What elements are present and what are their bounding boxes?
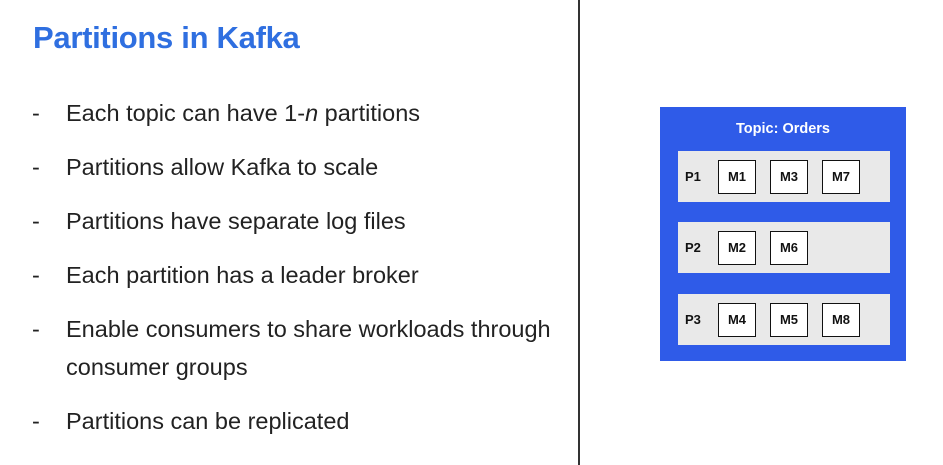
partition-row: P1 M1 M3 M7 (678, 151, 890, 202)
bullet-item: - Each partition has a leader broker (32, 256, 552, 294)
bullet-text: Enable consumers to share workloads thro… (66, 316, 551, 380)
partition-row: P2 M2 M6 (678, 222, 890, 273)
partition-label: P2 (685, 240, 701, 255)
message-box: M3 (770, 159, 808, 194)
message-box: M6 (770, 230, 808, 265)
partition-label: P1 (685, 169, 701, 184)
message-box: M5 (770, 302, 808, 337)
bullet-text: Each partition has a leader broker (66, 262, 419, 288)
bullet-item: - Each topic can have 1-n partitions (32, 94, 552, 132)
bullet-text-part: Each topic can have 1- (66, 100, 306, 126)
vertical-divider (578, 0, 580, 465)
message-box: M1 (718, 159, 756, 194)
topic-box: Topic: Orders P1 M1 M3 M7 P2 M2 M6 P3 M4… (660, 107, 906, 361)
bullet-dash: - (32, 408, 40, 434)
message-box: M8 (822, 302, 860, 337)
bullet-text-italic: n (305, 100, 319, 126)
bullet-text: Partitions can be replicated (66, 408, 350, 434)
bullet-dash: - (32, 316, 40, 342)
bullet-dash: - (32, 100, 40, 126)
message-box: M4 (718, 302, 756, 337)
bullet-item: - Partitions have separate log files (32, 202, 552, 240)
bullet-item: - Enable consumers to share workloads th… (32, 310, 552, 386)
bullet-list: - Each topic can have 1-n partitions - P… (32, 94, 552, 456)
bullet-item: - Partitions allow Kafka to scale (32, 148, 552, 186)
bullet-dash: - (32, 262, 40, 288)
bullet-text-part: partitions (318, 100, 421, 126)
message-box: M2 (718, 230, 756, 265)
partition-label: P3 (685, 312, 701, 327)
bullet-dash: - (32, 154, 40, 180)
bullet-dash: - (32, 208, 40, 234)
topic-title: Topic: Orders (736, 121, 830, 137)
bullet-item: - Partitions can be replicated (32, 402, 552, 440)
bullet-text: Partitions allow Kafka to scale (66, 154, 379, 180)
bullet-text: Each topic can have 1-n partitions (66, 94, 552, 132)
slide-title: Partitions in Kafka (33, 20, 300, 55)
partition-row: P3 M4 M5 M8 (678, 294, 890, 345)
message-box: M7 (822, 159, 860, 194)
bullet-text: Partitions have separate log files (66, 208, 406, 234)
